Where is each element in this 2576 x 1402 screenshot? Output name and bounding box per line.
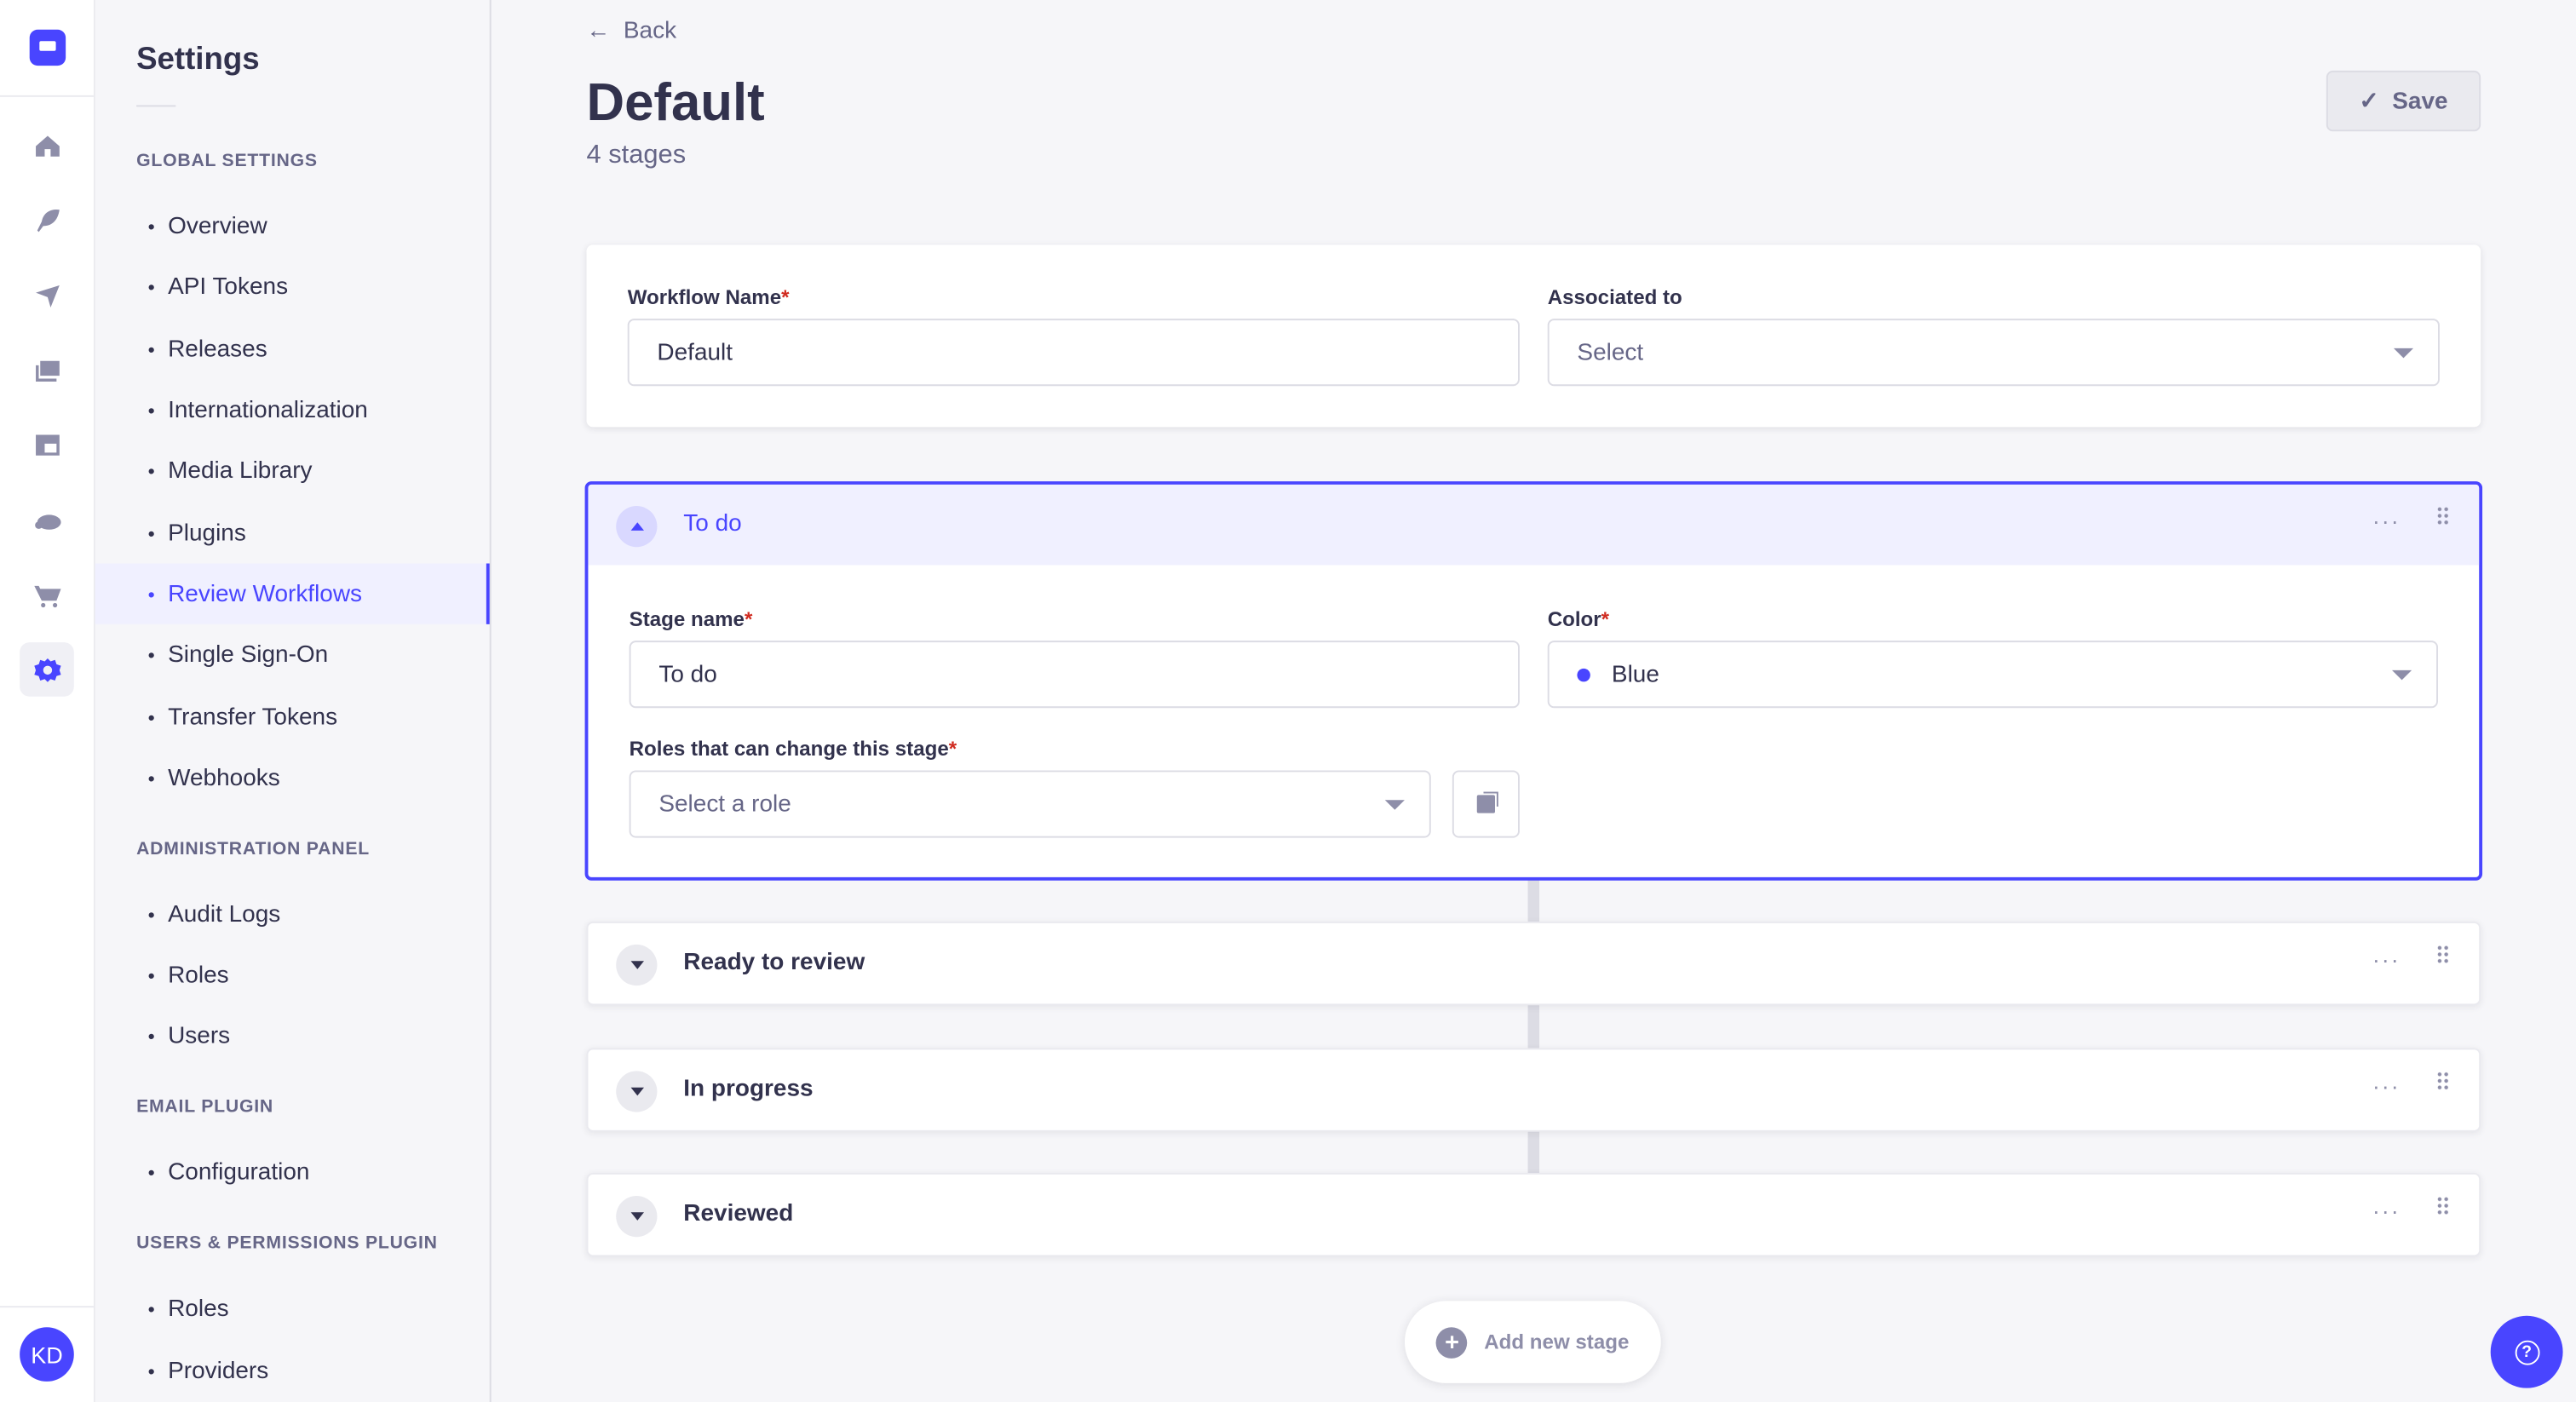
stage-card-ready-to-review[interactable]: Ready to review ··· (586, 921, 2481, 1006)
workflow-name-input[interactable]: Default (627, 319, 1520, 387)
main-nav: KD (0, 0, 95, 1402)
stage-title: To do (683, 510, 742, 537)
back-link[interactable]: ← Back (586, 18, 676, 44)
sidebar-item-media-library[interactable]: Media Library (95, 440, 490, 501)
stage-header[interactable]: To do ··· (588, 484, 2480, 566)
sidebar-item-users[interactable]: Users (95, 1005, 490, 1066)
sidebar-item-providers[interactable]: Providers (95, 1341, 490, 1401)
settings-sidebar: Settings Global Settings Overview API To… (95, 0, 492, 1402)
stage-title: Ready to review (683, 949, 865, 976)
sidebar-item-review-workflows[interactable]: Review Workflows (95, 563, 490, 624)
section-header: Email Plugin (136, 1097, 273, 1118)
color-label: Color* (1547, 607, 1610, 631)
section-header: Users & Permissions Plugin (136, 1233, 438, 1254)
chevron-down-icon[interactable] (616, 944, 658, 986)
stage-card-to-do: To do ··· Stage name* To do Color* Blue … (584, 481, 2483, 881)
sidebar-item-api-tokens[interactable]: API Tokens (95, 256, 490, 317)
sidebar-item-plugins[interactable]: Plugins (95, 503, 490, 563)
plus-icon: + (1436, 1326, 1468, 1358)
sidebar-item-up-roles[interactable]: Roles (95, 1278, 490, 1338)
workflow-name-label: Workflow Name* (627, 285, 790, 309)
arrow-left-icon: ← (586, 18, 611, 45)
chevron-down-icon[interactable] (616, 1195, 658, 1238)
back-label: Back (623, 18, 677, 45)
drag-handle-icon[interactable] (2436, 944, 2450, 965)
section-header: Administration Panel (136, 839, 370, 859)
duplicate-icon (1476, 795, 1495, 813)
chevron-down-icon[interactable] (616, 1071, 658, 1112)
more-icon[interactable]: ··· (2372, 946, 2401, 973)
chevron-down-icon (1384, 800, 1405, 810)
chevron-down-icon (2393, 348, 2414, 359)
stage-card-reviewed[interactable]: Reviewed ··· (586, 1172, 2481, 1257)
avatar[interactable]: KD (20, 1327, 74, 1382)
drag-handle-icon[interactable] (2436, 505, 2450, 526)
cloud-icon[interactable] (20, 493, 74, 548)
color-select[interactable]: Blue (1547, 641, 2438, 709)
paper-plane-icon[interactable] (20, 267, 74, 322)
sidebar-item-webhooks[interactable]: Webhooks (95, 747, 490, 807)
chevron-up-icon[interactable] (616, 505, 658, 548)
gear-icon[interactable] (20, 642, 74, 697)
stage-connector (1527, 878, 1540, 923)
more-icon[interactable]: ··· (2372, 1198, 2401, 1224)
duplicate-roles-button[interactable] (1452, 770, 1520, 838)
sidebar-item-releases[interactable]: Releases (95, 319, 490, 379)
stage-count: 4 stages (586, 141, 687, 170)
add-new-stage-button[interactable]: + Add new stage (1404, 1301, 1661, 1383)
roles-select[interactable]: Select a role (629, 770, 1431, 838)
add-stage-label: Add new stage (1484, 1330, 1630, 1354)
feather-icon[interactable] (20, 192, 74, 247)
save-button[interactable]: ✓ Save (2326, 70, 2481, 132)
sidebar-item-roles[interactable]: Roles (95, 945, 490, 1005)
sidebar-item-single-sign-on[interactable]: Single Sign-On (95, 624, 490, 685)
sidebar-title: Settings (136, 43, 260, 78)
stage-connector (1527, 1003, 1540, 1050)
question-icon: ? (2514, 1339, 2539, 1365)
stage-name-input[interactable]: To do (629, 641, 1520, 709)
workflow-card: Workflow Name* Default Associated to Sel… (586, 244, 2481, 428)
section-header: Global Settings (136, 151, 318, 171)
divider (0, 95, 94, 97)
cart-icon[interactable] (20, 568, 74, 623)
roles-label: Roles that can change this stage* (629, 737, 957, 761)
home-icon[interactable] (20, 118, 74, 173)
help-button[interactable]: ? (2490, 1315, 2563, 1388)
divider (0, 1306, 94, 1308)
more-icon[interactable]: ··· (2372, 508, 2401, 534)
sidebar-item-internationalization[interactable]: Internationalization (95, 379, 490, 440)
divider (136, 105, 176, 107)
images-icon[interactable] (20, 343, 74, 398)
layout-icon[interactable] (20, 417, 74, 472)
color-dot-icon (1577, 667, 1590, 681)
associated-to-label: Associated to (1547, 285, 1682, 309)
sidebar-item-audit-logs[interactable]: Audit Logs (95, 884, 490, 945)
chevron-down-icon (2391, 669, 2412, 681)
drag-handle-icon[interactable] (2436, 1195, 2450, 1216)
drag-handle-icon[interactable] (2436, 1071, 2450, 1091)
sidebar-item-transfer-tokens[interactable]: Transfer Tokens (95, 687, 490, 747)
more-icon[interactable]: ··· (2372, 1072, 2401, 1099)
sidebar-item-configuration[interactable]: Configuration (95, 1141, 490, 1202)
check-icon: ✓ (2359, 88, 2379, 115)
stage-card-in-progress[interactable]: In progress ··· (586, 1048, 2481, 1132)
associated-to-select[interactable]: Select (1547, 319, 2440, 387)
save-label: Save (2392, 88, 2448, 115)
stage-title: In progress (683, 1076, 814, 1103)
page-title: Default (586, 72, 765, 132)
sidebar-item-overview[interactable]: Overview (95, 195, 490, 256)
stage-name-label: Stage name* (629, 607, 753, 631)
stage-connector (1527, 1129, 1540, 1175)
logo[interactable] (29, 29, 66, 66)
stage-title: Reviewed (683, 1200, 794, 1227)
